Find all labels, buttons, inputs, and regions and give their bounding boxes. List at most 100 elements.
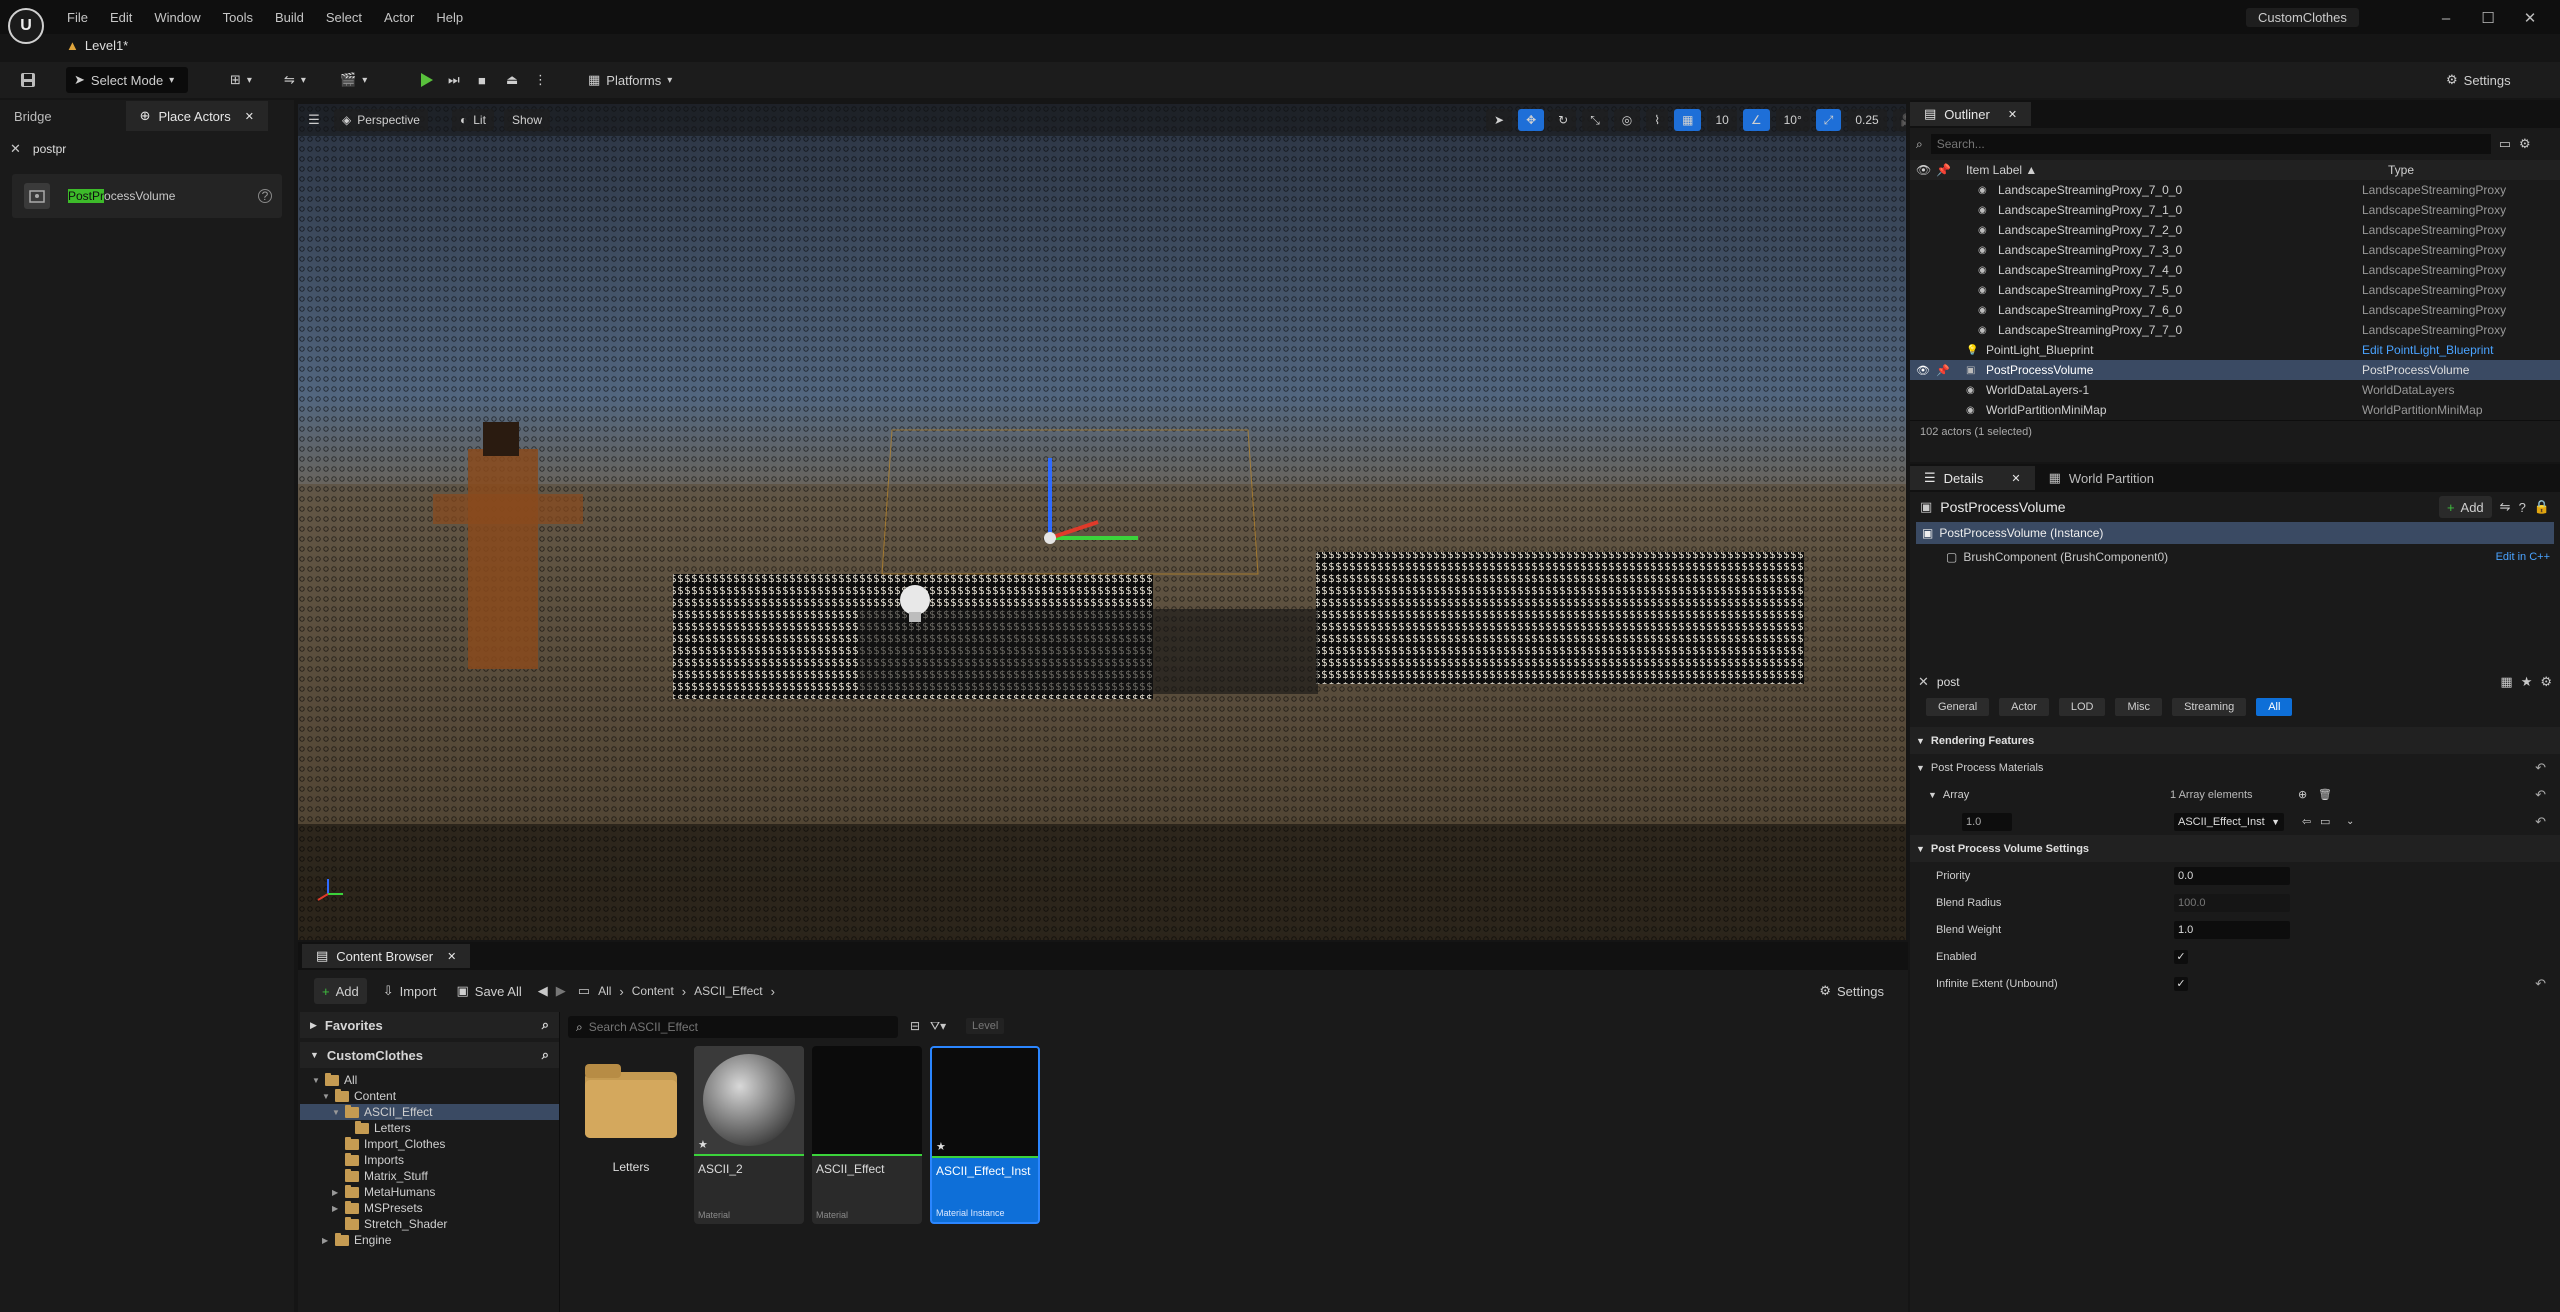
actor-result-postprocessvolume[interactable]: PostProcessVolume ? — [12, 174, 282, 218]
search-icon[interactable]: ⌕ — [542, 1017, 549, 1033]
asset-tile[interactable]: ASCII_Effect Material — [812, 1046, 922, 1224]
cb-settings-button[interactable]: ⚙ Settings — [1811, 978, 1892, 1004]
menu-help[interactable]: Help — [425, 10, 474, 25]
hamburger-menu-icon[interactable]: ☰ — [304, 110, 324, 130]
star-icon[interactable]: ★ — [936, 1140, 946, 1153]
reset-icon[interactable]: ↶ — [2535, 814, 2546, 830]
tab-details[interactable]: ☰ Details ✕ — [1910, 466, 2035, 490]
level-viewport[interactable]: $ ☰ ◈ Perspective — [298, 104, 1906, 940]
col-type[interactable]: Type — [2388, 163, 2414, 177]
folder-tree-item[interactable]: Letters — [300, 1120, 559, 1136]
scale-snap-value[interactable]: 0.25 — [1847, 109, 1887, 131]
blueprint-icon[interactable]: ⇋ ▾ — [276, 67, 314, 93]
tree-expander-icon[interactable]: ▼ — [322, 1092, 330, 1101]
outliner-row[interactable]: 👁 📌 ▣ PostProcessVolume PostProcessVolume — [1910, 360, 2560, 380]
chevron-down-icon[interactable]: ⌄ — [2346, 816, 2354, 827]
outliner-row[interactable]: ◉ LandscapeStreamingProxy_7_4_0 LandscapeS… — [1910, 260, 2560, 280]
folder-tree-item[interactable]: ▼ ASCII_Effect — [300, 1104, 559, 1120]
scale-tool-icon[interactable]: ⤡ — [1582, 109, 1608, 131]
folder-tree-item[interactable]: ▶ Engine — [300, 1232, 559, 1248]
favorites-section[interactable]: ▶ Favorites ⌕ — [300, 1012, 559, 1038]
category-tab-actor[interactable]: Actor — [1999, 698, 2049, 716]
browse-icon[interactable]: ▭ — [2320, 815, 2330, 828]
folder-tree-item[interactable]: Import_Clothes — [300, 1136, 559, 1152]
close-tab-icon[interactable]: ✕ — [2008, 108, 2017, 121]
reset-icon[interactable]: ↶ — [2535, 976, 2546, 992]
star-icon[interactable]: ★ — [2521, 674, 2533, 690]
property-checkbox[interactable]: ✓ — [2174, 976, 2188, 991]
tree-expander-icon[interactable]: ▼ — [332, 1108, 340, 1117]
outliner-row[interactable]: ◉ LandscapeStreamingProxy_7_0_0 LandscapeS… — [1910, 180, 2560, 200]
cinematics-icon[interactable]: 🎬 ▾ — [332, 67, 375, 93]
step-icon[interactable]: ⏭ — [440, 67, 468, 93]
filter-icon[interactable]: ⛛▾ — [930, 1019, 946, 1034]
help-icon[interactable]: ? — [2519, 500, 2526, 515]
outliner-row[interactable]: ◉ LandscapeStreamingProxy_7_7_0 LandscapeS… — [1910, 320, 2560, 340]
menu-window[interactable]: Window — [143, 10, 211, 25]
menu-select[interactable]: Select — [315, 10, 373, 25]
edit-in-cpp-link[interactable]: Edit in C++ — [2496, 551, 2550, 563]
folder-tree-item[interactable]: ▶ MSPresets — [300, 1200, 559, 1216]
menu-file[interactable]: File — [56, 10, 99, 25]
import-button[interactable]: ⇩ Import — [375, 978, 445, 1004]
close-tab-icon[interactable]: ✕ — [245, 110, 254, 123]
help-icon[interactable]: ? — [258, 189, 272, 203]
edit-blueprint-link[interactable]: Edit PointLight_Blueprint — [2362, 343, 2493, 357]
property-value-field[interactable]: 0.0 — [2174, 866, 2290, 885]
lock-icon[interactable]: 🔒 — [2534, 499, 2550, 515]
col-item-label[interactable]: Item Label ▲ — [1966, 163, 2366, 177]
rotation-snap-value[interactable]: 10° — [1775, 109, 1810, 131]
asset-folder-tile[interactable]: Letters — [576, 1046, 686, 1224]
tab-content-browser[interactable]: ▤ Content Browser ✕ — [302, 944, 471, 968]
array-element-row[interactable]: 1.0 ASCII_Effect_Inst ▼ ⇦ ▭ ⌄ ↶ — [1910, 808, 2560, 835]
category-tab-streaming[interactable]: Streaming — [2172, 698, 2247, 716]
array-row[interactable]: ▼ Array 1 Array elements ⊕ 🗑 ↶ — [1910, 781, 2560, 808]
category-tab-all[interactable]: All — [2256, 698, 2293, 716]
add-folder-icon[interactable]: ▭ — [2499, 136, 2511, 152]
menu-tools[interactable]: Tools — [212, 10, 264, 25]
property-value-field[interactable]: 1.0 — [2174, 920, 2290, 939]
category-tab-lod[interactable]: LOD — [2058, 698, 2106, 716]
breadcrumb-ascii-effect[interactable]: ASCII_Effect — [694, 984, 762, 998]
translate-tool-icon[interactable]: ✥ — [1518, 109, 1545, 131]
search-input[interactable]: postpr — [33, 142, 66, 156]
grid-view-icon[interactable]: ▦ — [2500, 674, 2512, 690]
close-tab-icon[interactable]: ✕ — [447, 950, 456, 963]
outliner-row[interactable]: ◉ WorldPartitionMiniMap WorldPartitionMini… — [1910, 400, 2560, 420]
element-weight-field[interactable]: 1.0 — [1962, 812, 2012, 831]
grid-snap-icon[interactable]: ▦ — [1674, 109, 1702, 131]
clear-search-icon[interactable]: ✕ — [10, 141, 21, 157]
reset-icon[interactable]: ↶ — [2535, 787, 2546, 803]
lit-button[interactable]: ◐ Lit — [452, 109, 494, 131]
category-tab-misc[interactable]: Misc — [2115, 698, 2163, 716]
post-process-materials-row[interactable]: ▼ Post Process Materials ↶ — [1910, 754, 2560, 781]
tab-world-partition[interactable]: ▦ World Partition — [2035, 466, 2168, 490]
close-icon[interactable]: ✕ — [2516, 8, 2544, 28]
camera-speed-icon[interactable]: 🎥 — [1892, 109, 1906, 131]
minimize-icon[interactable]: – — [2432, 8, 2460, 28]
outliner-search-input[interactable] — [1930, 134, 2491, 154]
outliner-row[interactable]: ◉ LandscapeStreamingProxy_7_1_0 LandscapeS… — [1910, 200, 2560, 220]
folder-tree-item[interactable]: ▼ All — [300, 1072, 559, 1088]
world-space-icon[interactable]: ◎ — [1613, 109, 1641, 131]
component-instance-row[interactable]: ▣ PostProcessVolume (Instance) — [1916, 522, 2554, 544]
close-tab-icon[interactable]: ✕ — [2011, 472, 2020, 485]
star-icon[interactable]: ★ — [698, 1138, 708, 1151]
property-value-field[interactable]: 100.0 — [2174, 893, 2290, 912]
property-row[interactable]: Blend Weight 1.0 — [1910, 916, 2560, 943]
save-search-icon[interactable]: ⊟ — [910, 1019, 920, 1033]
asset-search-field[interactable]: ⌕ — [568, 1016, 898, 1038]
outliner-row[interactable]: ◉ LandscapeStreamingProxy_7_6_0 LandscapeS… — [1910, 300, 2560, 320]
select-mode-dropdown[interactable]: ➤ Select Mode ▾ — [66, 67, 188, 93]
outliner-row[interactable]: ◉ LandscapeStreamingProxy_7_3_0 LandscapeS… — [1910, 240, 2560, 260]
element-asset-dropdown[interactable]: ASCII_Effect_Inst ▼ — [2174, 812, 2284, 831]
folder-tree-item[interactable]: ▶ MetaHumans — [300, 1184, 559, 1200]
save-level-icon[interactable] — [12, 67, 44, 93]
rotate-tool-icon[interactable]: ↻ — [1550, 109, 1577, 131]
add-button[interactable]: + Add — [314, 978, 367, 1004]
tree-expander-icon[interactable]: ▶ — [322, 1236, 330, 1245]
tree-expander-icon[interactable]: ▶ — [332, 1204, 340, 1213]
tab-bridge[interactable]: Bridge — [0, 101, 66, 131]
folder-tree-item[interactable]: Stretch_Shader — [300, 1216, 559, 1232]
section-rendering-features[interactable]: ▼ Rendering Features — [1910, 727, 2560, 754]
